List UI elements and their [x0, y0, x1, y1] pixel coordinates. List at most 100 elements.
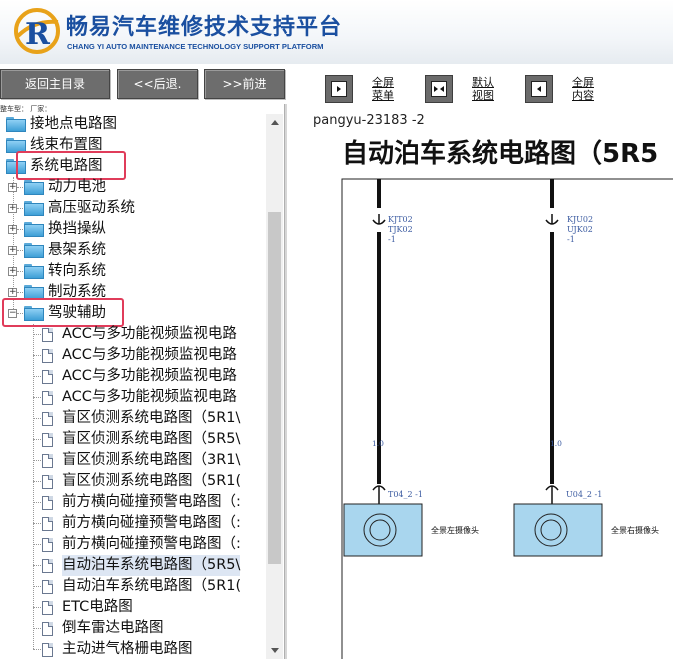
site-subtitle: CHANG YI AUTO MAINTENANCE TECHNOLOGY SUP… — [67, 42, 324, 51]
tree-item-folder[interactable]: + 换挡操纵 — [0, 219, 266, 240]
tree-item-document[interactable]: ETC电路图 — [0, 597, 266, 618]
tree-guide-line — [17, 187, 23, 188]
left-conn-bottom: T04_2 -1 — [388, 490, 423, 499]
tree-item-document[interactable]: 自动泊车系统电路图（5R5\ — [0, 555, 266, 576]
expand-toggle-icon[interactable]: + — [8, 204, 17, 213]
tree-item-document[interactable]: 前方横向碰撞预警电路图（: — [0, 492, 266, 513]
tree-guide-line — [33, 628, 41, 629]
tree-item-label: ACC与多功能视频监视电路 — [62, 368, 237, 384]
expand-toggle-icon[interactable]: + — [8, 225, 17, 234]
default-view-label[interactable]: 默认 视图 — [472, 76, 494, 102]
tree-item-folder[interactable]: 接地点电路图 — [0, 114, 266, 135]
tree-item-folder[interactable]: 系统电路图 — [0, 151, 266, 180]
home-button[interactable]: 返回主目录 — [0, 69, 110, 99]
expand-toggle-icon[interactable]: + — [8, 288, 17, 297]
expand-toggle-icon[interactable]: + — [8, 183, 17, 192]
tree-guide-line — [33, 544, 41, 545]
tree-item-document[interactable]: 倒车雷达电路图 — [0, 618, 266, 639]
folder-icon — [24, 180, 44, 195]
expand-toggle-icon[interactable]: + — [8, 267, 17, 276]
tree-item-document[interactable]: ACC与多功能视频监视电路 — [0, 345, 266, 366]
left-conn-top-1: KJT02 — [388, 215, 413, 224]
tree-item-label: 悬架系统 — [48, 242, 106, 258]
vehicle-meta: 整车型： 厂家： — [0, 105, 52, 113]
tree-item-document[interactable]: 自动泊车系统电路图（5R1( — [0, 576, 266, 597]
document-icon — [42, 643, 53, 657]
tree-item-document[interactable]: 盲区侦测系统电路图（5R1( — [0, 471, 266, 492]
tree-guide-line — [33, 586, 41, 587]
scroll-up-arrow-icon[interactable] — [266, 114, 283, 131]
tree-item-document[interactable]: 主动进气格栅电路图 — [0, 639, 266, 659]
default-view-icon[interactable] — [425, 75, 453, 103]
tree-item-label: 盲区侦测系统电路图（3R1\ — [62, 452, 241, 468]
tree-item-label: 盲区侦测系统电路图（5R5\ — [62, 431, 241, 447]
document-icon — [42, 559, 53, 573]
pane-splitter[interactable] — [284, 104, 287, 659]
tree-item-document[interactable]: 前方横向碰撞预警电路图（: — [0, 534, 266, 555]
document-code: pangyu-23183 -2 — [313, 113, 425, 128]
fullscreen-menu-icon[interactable] — [325, 75, 353, 103]
tree-item-document[interactable]: ACC与多功能视频监视电路 — [0, 324, 266, 345]
tree-guide-line — [33, 649, 41, 650]
tree-item-folder[interactable]: + 高压驱动系统 — [0, 198, 266, 219]
right-conn-top-3: -1 — [567, 235, 575, 244]
svg-text:R: R — [25, 17, 51, 52]
document-icon — [42, 475, 53, 489]
tree-item-label: 前方横向碰撞预警电路图（: — [62, 515, 241, 531]
tree-item-label: 换挡操纵 — [48, 221, 106, 237]
left-camera-box — [343, 503, 423, 557]
right-camera-circuit: KJU02 UJK02 -1 1.0 U04_2 -1 全景右摄像头 — [513, 179, 659, 557]
right-camera-label: 全景右摄像头 — [611, 525, 659, 535]
tree-item-label: ACC与多功能视频监视电路 — [62, 389, 237, 405]
tree-guide-line — [33, 565, 41, 566]
tree-guide-line — [17, 250, 23, 251]
fullscreen-content-label[interactable]: 全屏 内容 — [572, 76, 594, 102]
tree-item-document[interactable]: 盲区侦测系统电路图（3R1\ — [0, 450, 266, 471]
tree-item-document[interactable]: 前方横向碰撞预警电路图（: — [0, 513, 266, 534]
wiring-diagram: KJT02 TJK02 -1 1.0 T04_2 -1 全景左摄像头 KJU02… — [341, 178, 673, 659]
tree-item-folder[interactable]: + 转向系统 — [0, 261, 266, 282]
folder-icon — [24, 222, 44, 237]
right-conn-top-2: UJK02 — [567, 225, 593, 234]
tree-item-folder[interactable]: + 悬架系统 — [0, 240, 266, 261]
document-icon — [42, 412, 53, 426]
tree-guide-line — [17, 271, 23, 272]
catalog-tree: 接地点电路图 线束布置图 系统电路图 + 动力电池 + 高压驱动系统 + 换挡操纵 + 悬架系统 + 转… — [0, 114, 266, 659]
document-icon — [42, 496, 53, 510]
tree-item-document[interactable]: ACC与多功能视频监视电路 — [0, 387, 266, 408]
tree-item-label: 倒车雷达电路图 — [62, 620, 164, 636]
app-header: R 畅易汽车维修技术支持平台 CHANG YI AUTO MAINTENANCE… — [0, 0, 673, 64]
tree-item-document[interactable]: 盲区侦测系统电路图（5R1\ — [0, 408, 266, 429]
tree-guide-line — [33, 355, 41, 356]
sidebar-scrollbar[interactable] — [266, 114, 283, 659]
document-icon — [42, 328, 53, 342]
fullscreen-menu-label[interactable]: 全屏 菜单 — [372, 76, 394, 102]
tree-item-label: 转向系统 — [48, 263, 106, 279]
back-button[interactable]: <<后退. — [117, 69, 198, 99]
document-icon — [42, 433, 53, 447]
tree-item-folder[interactable]: + 动力电池 — [0, 177, 266, 198]
forward-button[interactable]: >>前进 — [204, 69, 285, 99]
right-wire-size: 1.0 — [550, 439, 562, 448]
site-title: 畅易汽车维修技术支持平台 — [66, 15, 343, 40]
document-icon — [42, 391, 53, 405]
tree-item-document[interactable]: ACC与多功能视频监视电路 — [0, 366, 266, 387]
platform-logo: R — [14, 8, 60, 54]
scrollbar-thumb[interactable] — [268, 212, 281, 564]
tree-guide-line — [17, 208, 23, 209]
tree-item-label: 自动泊车系统电路图（5R1( — [62, 578, 242, 594]
diagram-frame — [341, 178, 673, 659]
tree-item-label: 盲区侦测系统电路图（5R1\ — [62, 410, 241, 426]
sidebar: 整车型： 厂家： 接地点电路图 线束布置图 系统电路图 + 动力电池 + 高压驱动系统 + 换挡… — [0, 104, 284, 659]
fullscreen-content-icon[interactable] — [525, 75, 553, 103]
tree-guide-line — [17, 292, 23, 293]
scroll-down-arrow-icon[interactable] — [266, 642, 283, 659]
right-camera-box — [513, 503, 603, 557]
right-conn-bottom: U04_2 -1 — [566, 490, 602, 499]
tree-item-document[interactable]: 盲区侦测系统电路图（5R5\ — [0, 429, 266, 450]
document-icon — [42, 622, 53, 636]
tree-item-folder[interactable]: − 驾驶辅助 — [0, 298, 266, 327]
tree-item-label: 前方横向碰撞预警电路图（: — [62, 536, 241, 552]
tree-guide-line — [33, 418, 41, 419]
expand-toggle-icon[interactable]: + — [8, 246, 17, 255]
